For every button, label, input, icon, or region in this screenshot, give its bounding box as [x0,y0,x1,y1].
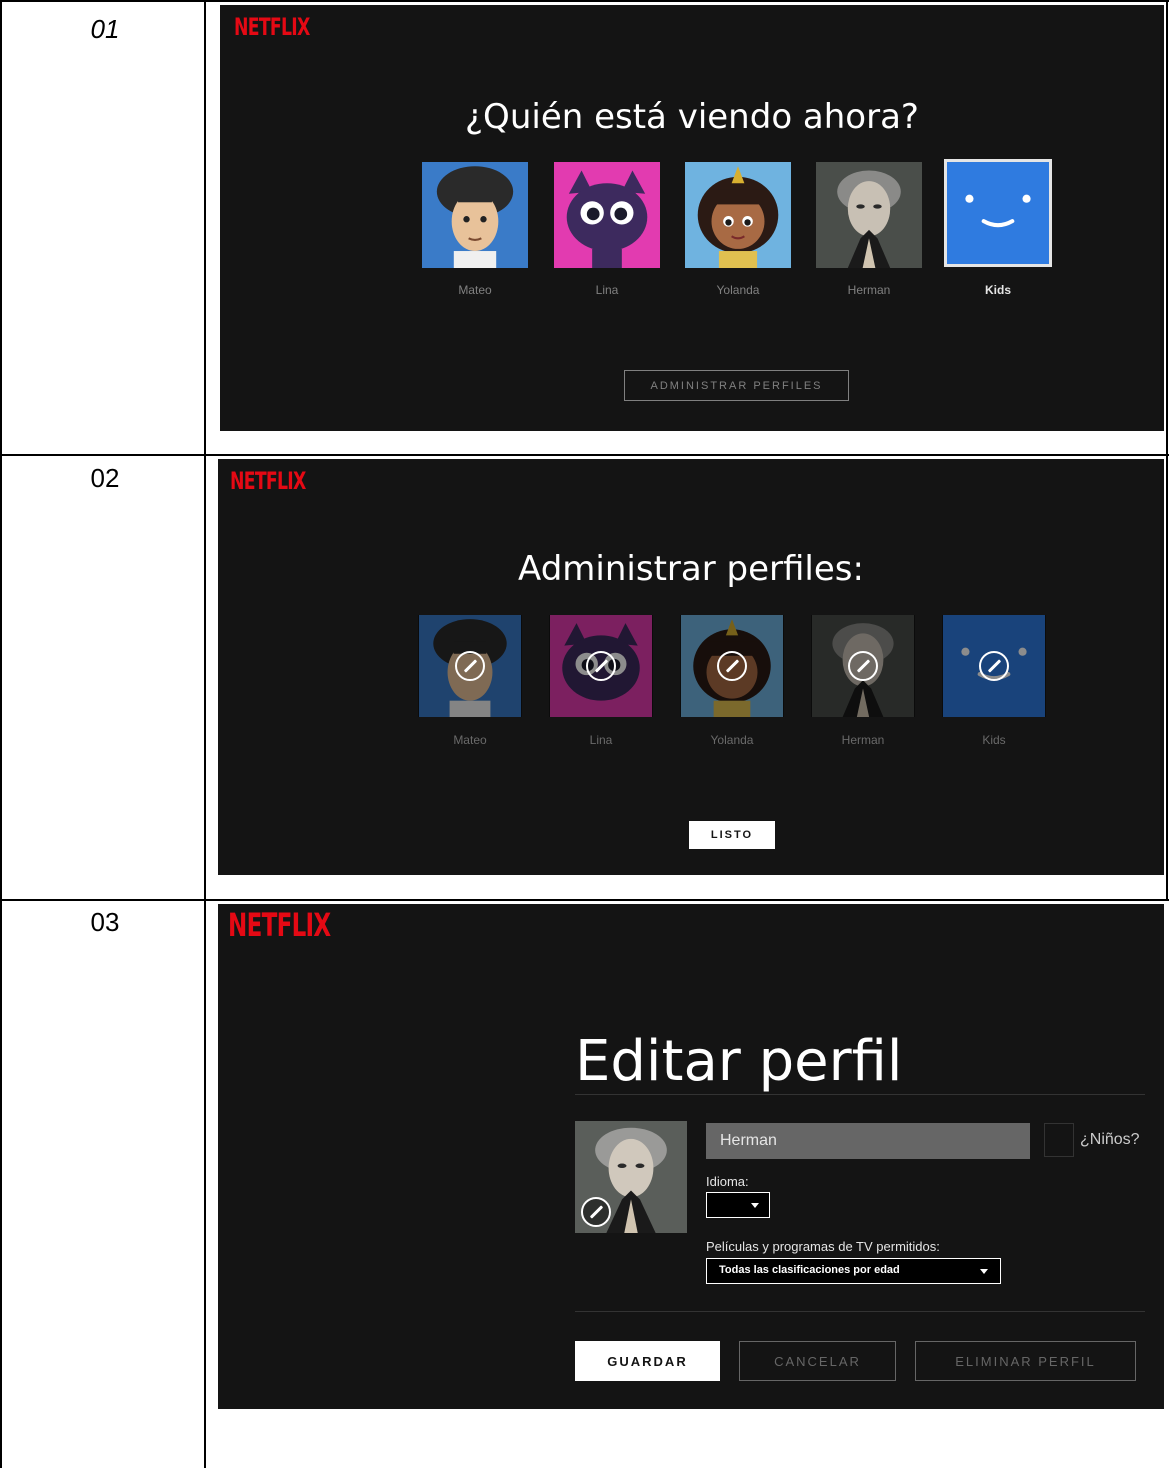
row-divider-2 [0,899,1169,901]
maturity-select-value: Todas las clasificaciones por edad [719,1264,900,1276]
profile-avatar-kids[interactable] [944,159,1052,267]
table-border-top [0,0,1169,2]
profile-name-herman: Herman [847,283,891,297]
kids-checkbox[interactable] [1044,1123,1074,1157]
kids-label: ¿Niños? [1080,1131,1140,1148]
edit-pencil-icon[interactable] [979,651,1009,681]
save-button[interactable]: GUARDAR [575,1341,720,1381]
profile-avatar-mateo[interactable] [422,162,528,268]
edit-pencil-icon[interactable] [586,651,616,681]
man-portrait-avatar-icon [816,162,922,268]
boy-cartoon-avatar-icon [422,162,528,268]
edit-pencil-icon[interactable] [717,651,747,681]
purple-cat-avatar-icon [554,162,660,268]
profile-edit-mateo[interactable] [418,615,522,717]
profile-edit-kids[interactable] [942,615,1046,717]
chevron-down-icon [980,1269,988,1274]
page-title: Editar perfil [575,1029,903,1094]
edit-pencil-icon[interactable] [581,1197,611,1227]
netflix-logo: NETFLIX [228,906,331,944]
step-number-01: 01 [90,14,120,44]
delete-profile-button[interactable]: ELIMINAR PERFIL [915,1341,1136,1381]
table-border-left [0,0,2,1468]
page-title: Administrar perfiles: [518,549,864,589]
profile-name-lina: Lina [589,733,613,747]
edit-pencil-icon[interactable] [455,651,485,681]
profile-name-mateo: Mateo [458,283,492,297]
kids-smiley-avatar-icon [947,162,1049,264]
profile-name-input[interactable]: Herman [706,1123,1030,1159]
screenshot-manage-profiles: NETFLIX Administrar perfiles: Mateo Lina [218,459,1164,875]
maturity-label: Películas y programas de TV permitidos: [706,1239,940,1254]
language-label: Idioma: [706,1174,749,1189]
profile-name-yolanda: Yolanda [716,283,760,297]
profile-name-kids: Kids [982,733,1006,747]
profile-name-herman: Herman [841,733,885,747]
profile-avatar-lina[interactable] [554,162,660,268]
done-button[interactable]: LISTO [689,821,775,849]
language-select[interactable] [706,1192,770,1218]
step-number-03: 03 [90,907,120,937]
netflix-logo: NETFLIX [234,13,310,41]
maturity-select[interactable]: Todas las clasificaciones por edad [706,1258,1001,1284]
row-divider-1 [0,454,1169,456]
netflix-logo: NETFLIX [230,467,306,495]
profile-avatar-herman[interactable] [575,1121,687,1233]
profile-edit-herman[interactable] [811,615,915,717]
edit-pencil-icon[interactable] [848,651,878,681]
profile-name-yolanda: Yolanda [710,733,754,747]
profile-name-mateo: Mateo [453,733,487,747]
girl-cartoon-avatar-icon [685,162,791,268]
profile-avatar-yolanda[interactable] [685,162,791,268]
table-column-divider [204,0,206,1468]
profile-name-kids: Kids [984,283,1011,297]
profile-avatar-herman[interactable] [816,162,922,268]
chevron-down-icon [751,1203,759,1208]
step-number-02: 02 [90,463,120,493]
manage-profiles-button[interactable]: ADMINISTRAR PERFILES [624,370,849,401]
profile-name-lina: Lina [595,283,619,297]
table-border-right [1166,0,1168,900]
screenshot-who-is-watching: NETFLIX ¿Quién está viendo ahora? Mateo [220,5,1164,431]
page-title: ¿Quién está viendo ahora? [465,97,919,137]
profile-edit-lina[interactable] [549,615,653,717]
cancel-button[interactable]: CANCELAR [739,1341,896,1381]
divider-bottom [575,1311,1145,1312]
divider-top [575,1094,1145,1095]
profile-edit-yolanda[interactable] [680,615,784,717]
screenshot-edit-profile: NETFLIX Editar perfil Herman ¿Niños? Idi… [218,904,1164,1409]
